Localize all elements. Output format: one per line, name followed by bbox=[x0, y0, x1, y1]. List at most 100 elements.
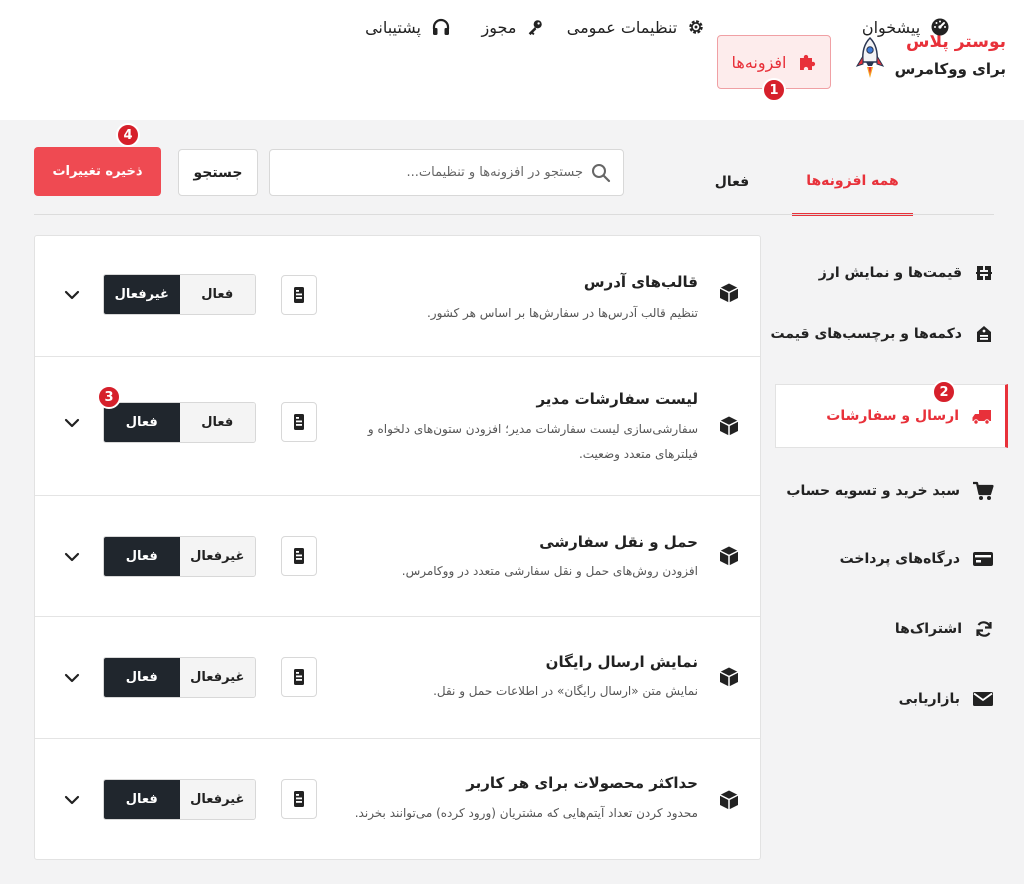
sidebar-item-subscriptions[interactable]: اشتراک‌ها bbox=[895, 597, 994, 661]
addon-title: قالب‌های آدرس bbox=[583, 273, 698, 291]
doc-button[interactable] bbox=[281, 402, 317, 442]
sidebar-item-payment-gateways[interactable]: درگاه‌های پرداخت bbox=[840, 527, 994, 591]
card-icon bbox=[973, 552, 993, 566]
status-toggle[interactable]: فعال فعال bbox=[103, 402, 256, 443]
sidebar-item-label: اشتراک‌ها bbox=[894, 621, 962, 637]
box-icon bbox=[719, 667, 739, 687]
addon-row: حمل و نقل سفارشی افزودن روش‌های حمل و نق… bbox=[35, 496, 760, 617]
nav-dashboard-label: پیشخوان bbox=[861, 17, 921, 37]
toggle-option-left[interactable]: فعال bbox=[104, 780, 180, 819]
store-tag-icon bbox=[977, 326, 991, 342]
gauge-icon bbox=[931, 18, 949, 36]
doc-button[interactable] bbox=[281, 657, 317, 697]
nav-license[interactable]: مجوز bbox=[478, 0, 548, 54]
nav-dashboard[interactable]: پیشخوان bbox=[856, 0, 956, 54]
addon-row: نمایش ارسال رایگان نمایش متن «ارسال رایگ… bbox=[35, 617, 760, 739]
nav-addons-label: افزونه‌ها bbox=[731, 52, 787, 72]
document-icon bbox=[294, 414, 304, 430]
addon-row: حداکثر محصولات برای هر کاربر محدود کردن … bbox=[35, 739, 760, 860]
addon-title: حمل و نقل سفارشی bbox=[539, 533, 698, 551]
sync-icon bbox=[976, 621, 992, 637]
headphones-icon bbox=[432, 18, 450, 35]
addons-panel: قالب‌های آدرس تنظیم قالب آدرس‌ها در سفار… bbox=[34, 235, 761, 860]
toggle-option-right[interactable]: غیرفعال bbox=[179, 537, 255, 576]
document-icon bbox=[294, 548, 304, 564]
sidebar-item-label: بازاریابی bbox=[898, 691, 960, 707]
sidebar-item-label: دکمه‌ها و برچسب‌های قیمت bbox=[770, 326, 963, 342]
gear-icon bbox=[689, 20, 703, 34]
addon-description: تنظیم قالب آدرس‌ها در سفارش‌ها بر اساس ه… bbox=[426, 306, 698, 320]
addon-description-line2: فیلترهای متعدد وضعیت. bbox=[578, 447, 698, 461]
addon-row: لیست سفارشات مدیر سفارشی‌سازی لیست سفارش… bbox=[35, 357, 760, 496]
sidebar-item-prices-currency[interactable]: قیمت‌ها و نمایش ارز bbox=[819, 241, 994, 305]
brand-subtitle: برای ووکامرس bbox=[894, 60, 1006, 78]
toggle-option-left[interactable]: فعال bbox=[104, 658, 180, 697]
sidebar-item-shipping-orders[interactable]: ارسال و سفارشات bbox=[775, 384, 1008, 448]
cart-icon bbox=[973, 481, 994, 500]
tab-all-addons[interactable]: همه افزونه‌ها bbox=[792, 148, 913, 216]
status-toggle[interactable]: غیرفعال فعال bbox=[103, 274, 256, 315]
search-icon bbox=[592, 164, 611, 183]
doc-button[interactable] bbox=[281, 275, 317, 315]
chevron-down-icon[interactable] bbox=[63, 669, 81, 687]
document-icon bbox=[294, 669, 304, 685]
addon-title: حداکثر محصولات برای هر کاربر bbox=[466, 774, 698, 792]
top-bar: بوستر پلاس برای ووکامرس پیشخوان افزونه‌ه… bbox=[0, 0, 1024, 120]
box-icon bbox=[719, 790, 739, 810]
addon-description: محدود کردن تعداد آیتم‌هایی که مشتریان (و… bbox=[354, 806, 698, 820]
toggle-option-right[interactable]: فعال bbox=[179, 275, 255, 314]
sidebar-item-label: قیمت‌ها و نمایش ارز bbox=[818, 265, 962, 281]
status-toggle[interactable]: فعال غیرفعال bbox=[103, 779, 256, 820]
box-icon bbox=[719, 283, 739, 303]
sidebar-item-label: درگاه‌های پرداخت bbox=[839, 551, 960, 567]
search-box[interactable] bbox=[269, 149, 624, 196]
chevron-down-icon[interactable] bbox=[63, 548, 81, 566]
key-icon bbox=[529, 20, 543, 36]
toggle-option-left[interactable]: فعال bbox=[104, 537, 180, 576]
toggle-option-left[interactable]: فعال bbox=[104, 403, 180, 442]
toggle-option-right[interactable]: غیرفعال bbox=[179, 658, 255, 697]
addon-description: سفارشی‌سازی لیست سفارشات مدیر؛ افزودن ست… bbox=[367, 422, 698, 436]
chevron-down-icon[interactable] bbox=[63, 414, 81, 432]
toggle-option-right[interactable]: فعال bbox=[179, 403, 255, 442]
addon-title: نمایش ارسال رایگان bbox=[545, 653, 698, 671]
doc-button[interactable] bbox=[281, 779, 317, 819]
document-icon bbox=[294, 287, 304, 303]
currency-icon bbox=[976, 266, 992, 280]
callout-badge-4: 4 bbox=[116, 123, 140, 147]
addon-description: افزودن روش‌های حمل و نقل سفارشی متعدد در… bbox=[401, 564, 698, 578]
toggle-option-right[interactable]: غیرفعال bbox=[179, 780, 255, 819]
sidebar-item-label: سبد خرید و تسویه حساب bbox=[786, 483, 960, 499]
addon-row: قالب‌های آدرس تنظیم قالب آدرس‌ها در سفار… bbox=[35, 236, 760, 357]
truck-icon bbox=[972, 410, 991, 425]
nav-license-label: مجوز bbox=[481, 17, 517, 37]
toggle-option-left[interactable]: غیرفعال bbox=[104, 275, 180, 314]
callout-badge-2: 2 bbox=[932, 380, 956, 404]
tab-active[interactable]: فعال bbox=[700, 148, 764, 216]
toolbar-divider bbox=[34, 214, 994, 215]
search-button[interactable]: جستجو bbox=[178, 149, 258, 196]
sidebar-item-buttons-labels[interactable]: دکمه‌ها و برچسب‌های قیمت bbox=[771, 302, 995, 366]
document-icon bbox=[294, 791, 304, 807]
nav-general-settings[interactable]: تنظیمات عمومی bbox=[566, 0, 703, 54]
puzzle-icon bbox=[799, 54, 815, 70]
callout-badge-3: 3 bbox=[97, 385, 121, 409]
save-changes-button[interactable]: ذخیره تغییرات bbox=[34, 147, 161, 196]
box-icon bbox=[719, 546, 739, 566]
sidebar-item-label: ارسال و سفارشات bbox=[826, 408, 959, 424]
box-icon bbox=[719, 416, 739, 436]
chevron-down-icon[interactable] bbox=[63, 791, 81, 809]
addon-title: لیست سفارشات مدیر bbox=[536, 390, 698, 408]
status-toggle[interactable]: فعال غیرفعال bbox=[103, 536, 256, 577]
doc-button[interactable] bbox=[281, 536, 317, 576]
nav-support[interactable]: پشتیبانی bbox=[360, 0, 456, 54]
callout-badge-1: 1 bbox=[762, 78, 786, 102]
status-toggle[interactable]: فعال غیرفعال bbox=[103, 657, 256, 698]
chevron-down-icon[interactable] bbox=[63, 286, 81, 304]
addon-description: نمایش متن «ارسال رایگان» در اطلاعات حمل … bbox=[433, 684, 698, 698]
search-input[interactable] bbox=[283, 150, 583, 195]
nav-general-settings-label: تنظیمات عمومی bbox=[566, 17, 678, 37]
nav-support-label: پشتیبانی bbox=[365, 17, 421, 37]
sidebar-item-cart-checkout[interactable]: سبد خرید و تسویه حساب bbox=[786, 459, 994, 523]
sidebar-item-marketing[interactable]: بازاریابی bbox=[899, 667, 994, 731]
